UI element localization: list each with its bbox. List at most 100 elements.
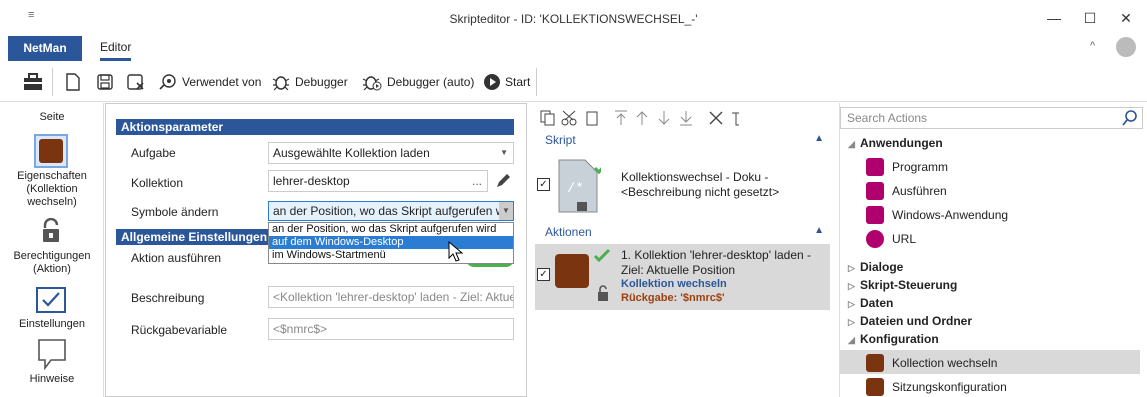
tree-dateien[interactable]: ▷ Dateien und Ordner [848,314,972,328]
tab-netman[interactable]: NetMan [8,36,82,61]
svg-text:/*: /* [567,181,584,197]
script-section[interactable]: Skript ▲ [535,133,830,151]
script-toolbar-icons[interactable] [539,109,739,127]
edit-pencil-icon[interactable] [494,172,512,193]
ribbon-collapse-icon[interactable]: ^ [1090,40,1095,52]
tree-label: Anwendungen [860,136,943,150]
collection-value: lehrer-desktop [273,174,350,188]
play-icon [484,74,500,90]
script-section-label: Skript [545,133,576,147]
group-header-action-params: Aktionsparameter [116,119,514,135]
execute-action-label: Aktion ausführen [131,251,222,265]
action-item-url[interactable]: URL [866,230,916,248]
speech-bubble-icon[interactable] [37,338,67,373]
action-subtitle: Ziel: Aktuelle Position [621,263,736,277]
action-return: Rückgabe: '$nmrc$' [621,292,725,304]
collapse-icon[interactable]: ▲ [814,225,824,236]
chevron-down-icon: ▼ [499,202,513,220]
window-title: Skripteditor - ID: 'KOLLEKTIONSWECHSEL_-… [449,12,698,26]
tree-label: Dateien und Ordner [860,314,973,328]
action-card[interactable]: ✓ 1. Kollektion 'lehrer-desktop' laden -… [535,244,830,310]
collapsed-icon: ▷ [848,299,855,309]
sidebar-header: Seite [39,111,65,123]
item-label: Ausführen [892,184,947,198]
sidebar-item-properties-label: Eigenschaften (Kollektion wechseln) [17,170,87,208]
action-item-sitzungskonfiguration[interactable]: Sitzungskonfiguration [866,378,1007,396]
symbols-dropdown-list: an der Position, wo das Skript aufgerufe… [268,222,514,264]
tree-konfiguration[interactable]: ◢ Konfiguration [848,332,939,346]
action-type: Kollektion wechseln [621,278,727,290]
action-item-windows-anwendung[interactable]: Windows-Anwendung [866,206,1008,224]
collection-field[interactable]: lehrer-desktop ... [268,170,488,192]
tree-label: Konfiguration [860,332,939,346]
item-label: Sitzungskonfiguration [892,380,1007,394]
tree-anwendungen[interactable]: ◢ Anwendungen [848,136,943,150]
maximize-button[interactable]: ☐ [1080,8,1100,28]
script-doc-icon: /* [558,159,601,213]
netman-briefcase-icon[interactable] [22,70,44,94]
run-icon [866,182,884,200]
dropdown-option[interactable]: im Windows-Startmenü [269,249,513,262]
script-checkbox[interactable]: ✓ [537,178,550,191]
expanded-icon: ◢ [848,335,855,345]
start-label: Start [505,75,531,89]
action-item-kollection-wechseln[interactable]: Kollection wechseln [866,354,997,372]
used-by-icon [159,74,176,90]
expanded-icon: ◢ [848,139,855,149]
start-button[interactable]: Start [483,70,530,94]
tree-skript-steuerung[interactable]: ▷ Skript-Steuerung [848,278,957,292]
tree-dialoge[interactable]: ▷ Dialoge [848,260,903,274]
symbols-dropdown[interactable]: an der Position, wo das Skript aufgerufe… [268,201,514,221]
actions-section[interactable]: Aktionen ▲ [535,225,830,243]
task-dropdown[interactable]: Ausgewählte Kollektion laden ▼ [268,142,514,164]
doc-title: Kollektionswechsel - Doku - [621,170,769,184]
search-icon[interactable] [1122,110,1138,126]
tab-editor[interactable]: Editor [100,36,132,61]
script-toolbar [535,103,830,131]
user-avatar[interactable] [1116,37,1136,57]
programm-icon [866,158,884,176]
tree-daten[interactable]: ▷ Daten [848,296,893,310]
script-doc-card[interactable]: ✓ /* Kollektionswechsel - Doku - <Beschr… [535,150,830,216]
new-file-icon[interactable] [64,70,82,94]
dropdown-option[interactable]: an der Position, wo das Skript aufgerufe… [269,223,513,236]
toolbar-separator [536,68,537,96]
sidebar-item-properties[interactable] [34,134,68,168]
search-actions-input[interactable]: Search Actions [840,107,1143,129]
debugger-button[interactable]: Debugger [271,70,348,94]
browse-button[interactable]: ... [472,171,482,191]
action-item-ausfuehren[interactable]: Ausführen [866,182,947,200]
mouse-cursor-icon [448,240,464,266]
save-close-icon[interactable] [126,70,146,94]
task-value: Ausgewählte Kollektion laden [273,146,430,160]
used-by-button[interactable]: Verwendet von [158,70,261,94]
actions-section-label: Aktionen [545,225,592,239]
debugger-label: Debugger [295,75,348,89]
collection-label: Kollektion [131,176,184,190]
checkbox-settings-icon[interactable] [36,287,66,316]
dropdown-option-selected[interactable]: auf dem Windows-Desktop [269,236,513,249]
close-button[interactable]: ✕ [1116,8,1136,28]
title-bar: ≡ Skripteditor - ID: 'KOLLEKTIONSWECHSEL… [0,0,1147,36]
kollektion-wechseln-icon [555,254,589,288]
minimize-button[interactable]: — [1044,8,1064,28]
lock-icon[interactable] [40,217,62,247]
item-label: Kollection wechseln [892,356,998,370]
url-globe-icon [866,230,884,248]
debugger-auto-button[interactable]: Debugger (auto) [361,70,474,94]
item-label: URL [892,232,917,246]
action-item-programm[interactable]: Programm [866,158,948,176]
return-variable-label: Rückgabevariable [131,323,228,337]
symbols-label: Symbole ändern [131,205,219,219]
collapse-icon[interactable]: ▲ [814,133,824,144]
description-input[interactable]: <Kollektion 'lehrer-desktop' laden - Zie… [268,286,514,308]
description-label: Beschreibung [131,291,205,305]
tree-label: Dialoge [860,260,904,274]
tree-label: Daten [860,296,894,310]
collapsed-icon: ▷ [848,281,855,291]
debugger-auto-label: Debugger (auto) [387,75,475,89]
save-icon[interactable] [96,70,114,94]
action-checkbox[interactable]: ✓ [537,268,550,281]
toolbar-separator [52,68,53,96]
return-variable-input[interactable]: <$nmrc$> [268,318,514,340]
